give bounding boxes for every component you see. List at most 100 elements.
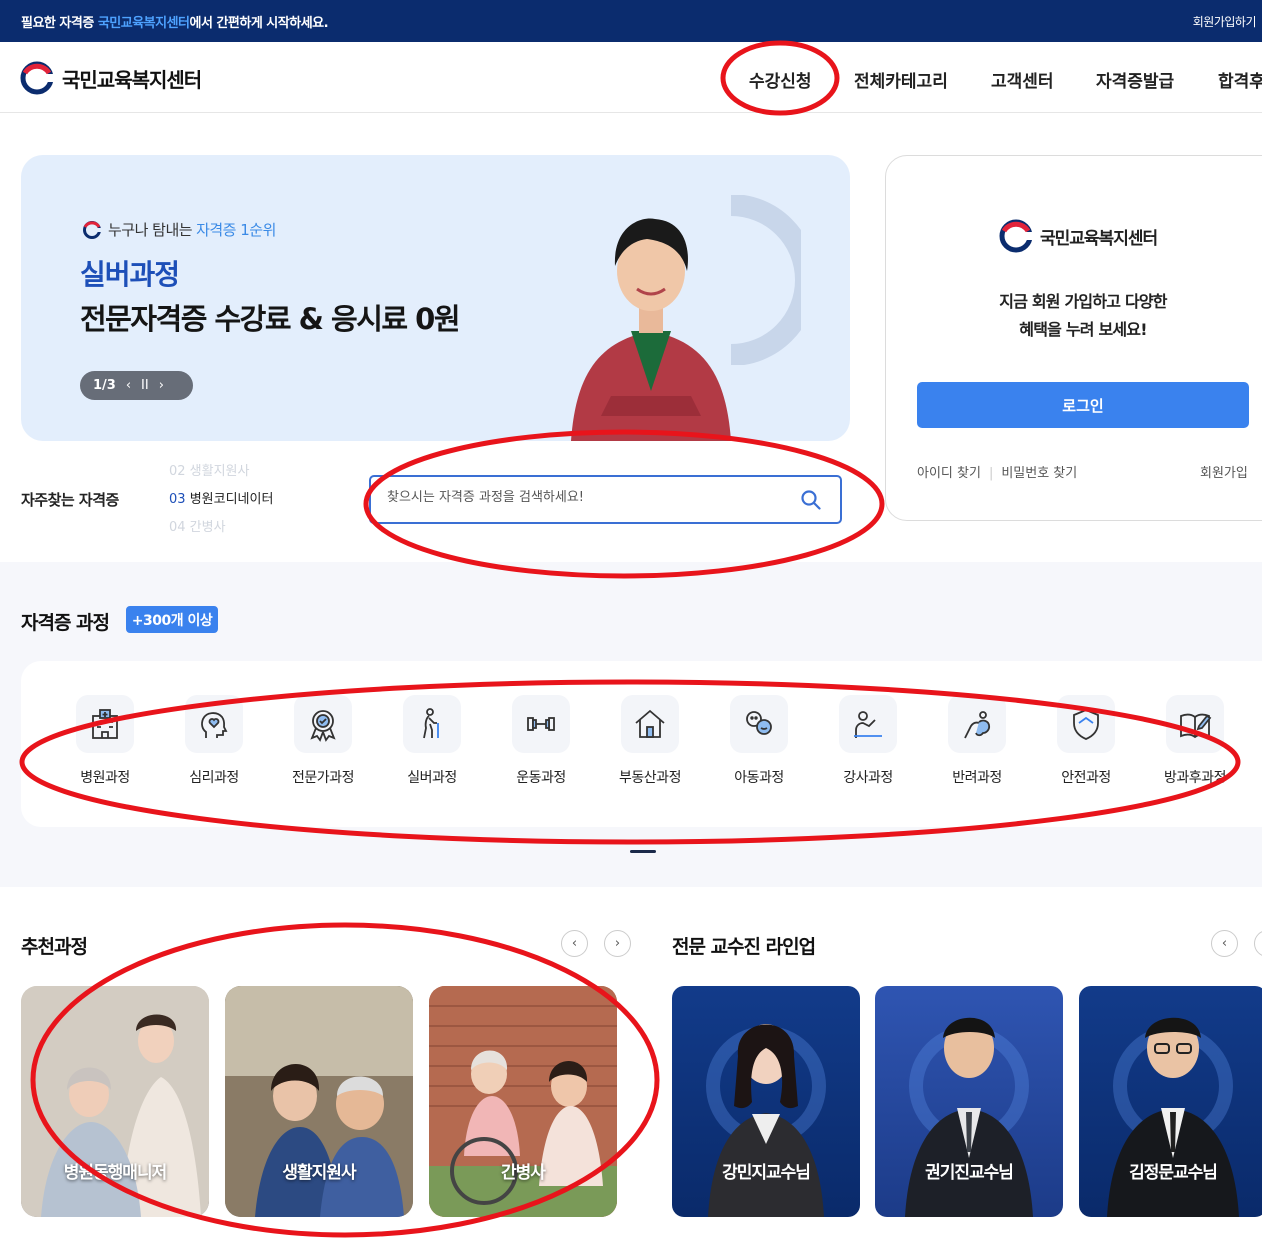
cert-count-badge: +300개 이상	[126, 606, 218, 633]
frequent-item-number: 03	[169, 492, 186, 507]
category-after-school[interactable]: 방과후과정	[1145, 695, 1245, 787]
category-scroll-indicator[interactable]	[630, 850, 656, 853]
recommend-card-title: 간병사	[501, 1163, 546, 1183]
dumbbell-icon	[512, 695, 570, 753]
nav-cert-issue[interactable]: 자격증발급	[1096, 67, 1174, 92]
award-badge-icon	[294, 695, 352, 753]
find-id-link[interactable]: 아이디 찾기	[917, 466, 981, 481]
frequent-label: 자주찾는 자격증	[21, 491, 119, 509]
search-icon[interactable]	[800, 489, 822, 511]
login-brand: 국민교육복지센터	[998, 218, 1158, 254]
category-label: 부동산과정	[619, 770, 681, 786]
hero-next-button[interactable]: ›	[159, 378, 164, 393]
category-label: 병원과정	[80, 770, 130, 786]
professor-name: 강민지교수님	[722, 1163, 811, 1183]
hero-pager-count: 1/3	[93, 378, 116, 393]
login-card: 국민교육복지센터 지금 회원 가입하고 다양한 혜택을 누려 보세요! 로그인 …	[885, 155, 1262, 521]
category-label: 방과후과정	[1164, 770, 1226, 786]
recommend-card[interactable]: 생활지원사	[225, 986, 413, 1217]
category-label: 강사과정	[843, 770, 893, 786]
recommend-prev-button[interactable]: ‹	[561, 930, 588, 957]
logo-mark-icon	[83, 220, 102, 239]
hero-pause-button[interactable]: II	[141, 378, 149, 393]
professor-card[interactable]: 권기진교수님	[875, 986, 1063, 1217]
category-child[interactable]: 아동과정	[709, 695, 809, 787]
category-label: 아동과정	[734, 770, 784, 786]
frequent-item-name: 병원코디네이터	[189, 492, 274, 507]
signup-link[interactable]: 회원가입	[1200, 462, 1248, 481]
top-banner-highlight: 국민교육복지센터	[97, 16, 190, 31]
hero-title-course: 실버과정	[80, 258, 180, 291]
category-safety[interactable]: 안전과정	[1036, 695, 1136, 787]
house-icon	[621, 695, 679, 753]
login-promo-line1: 지금 회원 가입하고 다양한	[999, 292, 1167, 311]
link-divider: |	[988, 466, 994, 481]
recommend-card[interactable]: 병원동행매니저	[21, 986, 209, 1217]
recommend-next-button[interactable]: ›	[604, 930, 631, 957]
category-psychology[interactable]: 심리과정	[164, 695, 264, 787]
nav-enroll[interactable]: 수강신청	[749, 67, 812, 92]
category-pet[interactable]: 반려과정	[927, 695, 1027, 787]
shield-icon	[1057, 695, 1115, 753]
hero-tag: 누구나 탐내는 자격증 1순위	[82, 219, 276, 240]
professors-title: 전문 교수진 라인업	[672, 936, 816, 958]
hero-banner[interactable]: 누구나 탐내는 자격증 1순위 실버과정 전문자격증 수강료 & 응시료 0원 …	[21, 155, 850, 441]
cert-section-title: 자격증 과정	[21, 612, 110, 634]
hero-tag-text: 누구나 탐내는	[108, 221, 193, 239]
recommend-card-title: 생활지원사	[282, 1163, 356, 1183]
professors-prev-button[interactable]: ‹	[1211, 930, 1238, 957]
frequent-item-prev[interactable]: 02 생활지원사	[169, 462, 273, 490]
category-label: 전문가과정	[292, 770, 354, 786]
professor-card[interactable]: 김정문교수님	[1079, 986, 1262, 1217]
category-instructor[interactable]: 강사과정	[818, 695, 918, 787]
category-exercise[interactable]: 운동과정	[491, 695, 591, 787]
login-help-links: 아이디 찾기 | 비밀번호 찾기	[917, 462, 1077, 481]
login-button[interactable]: 로그인	[917, 382, 1249, 428]
site-header: 국민교육복지센터 수강신청 전체카테고리 고객센터 자격증발급 합격후	[0, 42, 1262, 113]
book-pencil-icon	[1166, 695, 1224, 753]
nav-customer-center[interactable]: 고객센터	[991, 67, 1054, 92]
nav-after-pass[interactable]: 합격후	[1218, 67, 1262, 92]
top-banner: 필요한 자격증 국민교육복지센터에서 간편하게 시작하세요. 회원가입하기	[0, 0, 1262, 42]
elderly-cane-icon	[403, 695, 461, 753]
recommend-card-title: 병원동행매니저	[63, 1163, 167, 1183]
find-password-link[interactable]: 비밀번호 찾기	[1001, 466, 1077, 481]
top-banner-text-post: 에서 간편하게 시작하세요.	[189, 16, 329, 31]
logo-mark-icon	[20, 61, 54, 95]
professor-card[interactable]: 강민지교수님	[672, 986, 860, 1217]
hero-prev-button[interactable]: ‹	[126, 378, 131, 393]
teacher-board-icon	[839, 695, 897, 753]
frequent-item-current[interactable]: 03 병원코디네이터	[169, 490, 273, 518]
category-real-estate[interactable]: 부동산과정	[600, 695, 700, 787]
search-input[interactable]	[387, 490, 787, 505]
frequent-item-next[interactable]: 04 간병사	[169, 518, 273, 546]
children-faces-icon	[730, 695, 788, 753]
category-expert[interactable]: 전문가과정	[273, 695, 373, 787]
logo-mark-icon	[999, 219, 1034, 253]
logo-text: 국민교육복지센터	[62, 67, 202, 92]
recommend-card[interactable]: 간병사	[429, 986, 617, 1217]
site-logo[interactable]: 국민교육복지센터	[20, 61, 202, 95]
login-brand-text: 국민교육복지센터	[1040, 228, 1158, 249]
frequent-rolling-list: 02 생활지원사 03 병원코디네이터 04 간병사	[169, 462, 273, 546]
category-hospital[interactable]: 병원과정	[55, 695, 155, 787]
login-promo-message: 지금 회원 가입하고 다양한 혜택을 누려 보세요!	[918, 288, 1248, 344]
hero-title-main: 전문자격증 수강료 & 응시료 0원	[80, 302, 461, 336]
category-silver[interactable]: 실버과정	[382, 695, 482, 787]
head-heart-icon	[185, 695, 243, 753]
hero-tag-highlight: 자격증 1순위	[196, 221, 276, 239]
login-promo-line2: 혜택을 누려 보세요!	[1019, 320, 1147, 339]
category-label: 반려과정	[952, 770, 1002, 786]
hero-pager: 1/3 ‹ II ›	[80, 371, 193, 400]
pet-hand-icon	[948, 695, 1006, 753]
hero-model-image	[571, 218, 731, 441]
top-banner-message: 필요한 자격증 국민교육복지센터에서 간편하게 시작하세요.	[21, 12, 329, 31]
professors-next-button-partial[interactable]	[1254, 930, 1262, 957]
category-label: 안전과정	[1061, 770, 1111, 786]
category-label: 운동과정	[516, 770, 566, 786]
nav-all-categories[interactable]: 전체카테고리	[854, 67, 948, 92]
professor-name: 김정문교수님	[1129, 1163, 1218, 1183]
recommend-title: 추천과정	[21, 936, 88, 958]
top-join-link[interactable]: 회원가입하기	[1193, 13, 1257, 30]
professor-name: 권기진교수님	[925, 1163, 1014, 1183]
